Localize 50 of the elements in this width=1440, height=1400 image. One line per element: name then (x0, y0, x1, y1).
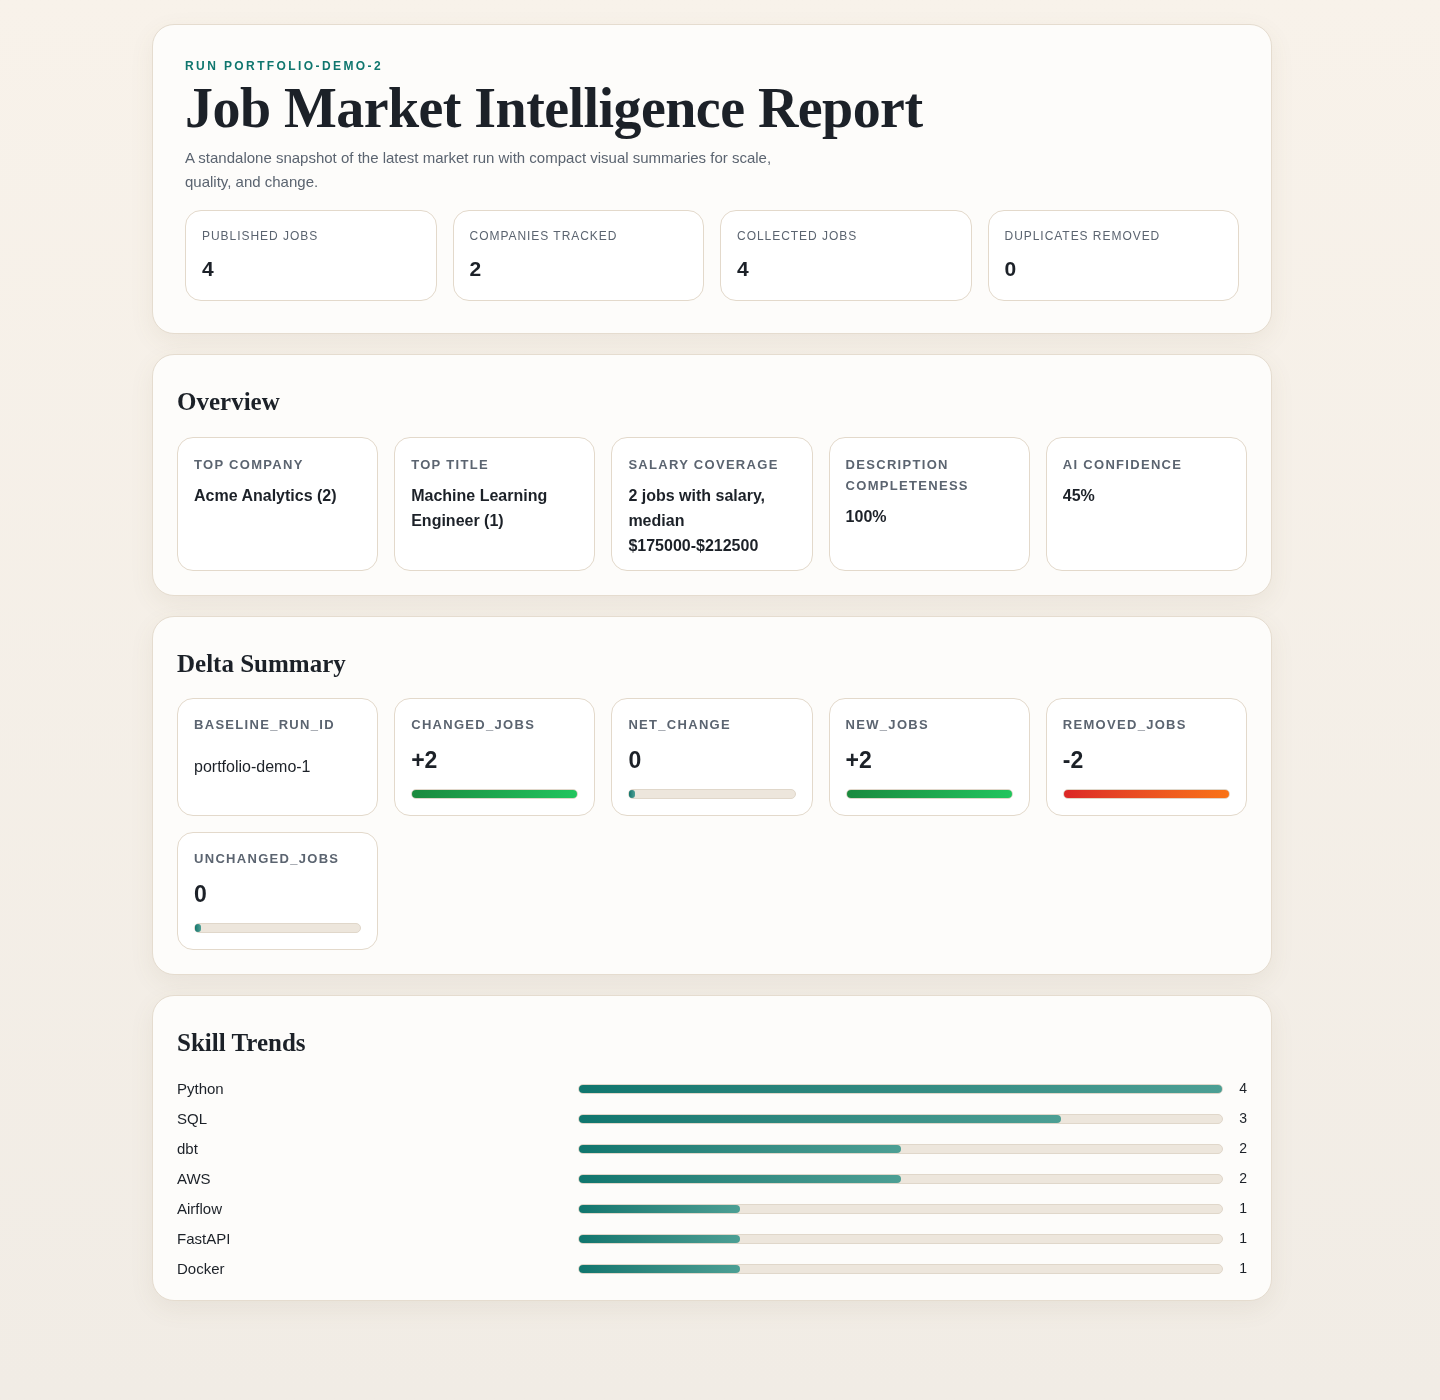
stat-value: 4 (202, 255, 215, 282)
tile-label: SALARY COVERAGE (628, 455, 780, 474)
tile-value: 2 jobs with salary, median $175000-$212500 (628, 485, 767, 556)
tile-label: DESCRIPTION COMPLETENESS (845, 455, 970, 495)
tile-value: Machine Learning Engineer (1) (411, 485, 549, 531)
stat-label: COLLECTED JOBS (737, 227, 859, 245)
skill-count: 1 (1238, 1229, 1247, 1249)
section-title: Skill Trends (177, 1028, 307, 1059)
tile-label: REMOVED_JOBS (1062, 716, 1188, 735)
tile-label: UNCHANGED_JOBS (194, 850, 341, 869)
skill-count: 2 (1238, 1169, 1247, 1189)
stat-value: 4 (737, 255, 750, 282)
skill-count: 3 (1238, 1109, 1247, 1129)
skill-name: Docker (177, 1258, 226, 1279)
tile-value: 45% (1062, 485, 1096, 506)
skill-name: dbt (177, 1138, 199, 1159)
tile-value: Acme Analytics (2) (194, 485, 338, 506)
tile-label: NET_CHANGE (628, 716, 732, 735)
stat-label: PUBLISHED JOBS (202, 227, 320, 245)
tile-value: +2 (845, 745, 873, 775)
tile-label: TOP COMPANY (194, 455, 305, 474)
tile-value: 0 (194, 879, 208, 909)
skill-name: Python (177, 1078, 225, 1099)
tile-label: TOP TITLE (411, 455, 490, 474)
tile-value: +2 (411, 745, 439, 775)
tile-value: 0 (628, 745, 643, 775)
skill-name: SQL (177, 1108, 208, 1129)
tile-label: AI CONFIDENCE (1062, 455, 1184, 474)
skill-count: 1 (1238, 1259, 1247, 1279)
skill-name: FastAPI (177, 1228, 232, 1249)
skill-count: 1 (1238, 1199, 1247, 1219)
stat-label: DUPLICATES REMOVED (1004, 227, 1162, 245)
tile-value: -2 (1062, 745, 1085, 775)
skill-name: AWS (177, 1168, 212, 1189)
skill-name: Airflow (177, 1198, 223, 1219)
tile-label: NEW_JOBS (845, 716, 930, 735)
run-label: RUN PORTFOLIO-DEMO-2 (185, 58, 384, 75)
stat-value: 2 (469, 255, 483, 282)
stat-label: COMPANIES TRACKED (469, 227, 619, 245)
skill-count: 2 (1238, 1139, 1247, 1159)
report-description: A standalone snapshot of the latest market run with compact visual summaries for scale, quality, and change. (185, 147, 773, 192)
tile-value: portfolio-demo-1 (194, 756, 312, 777)
section-title: Delta Summary (177, 648, 347, 679)
report-title: Job Market Intelligence Report (185, 79, 924, 138)
tile-label: CHANGED_JOBS (411, 716, 537, 735)
section-title: Overview (177, 387, 281, 418)
stat-value: 0 (1004, 255, 1018, 282)
tile-value: 100% (845, 506, 888, 527)
tile-label: BASELINE_RUN_ID (194, 716, 336, 735)
skill-count: 4 (1238, 1079, 1247, 1099)
